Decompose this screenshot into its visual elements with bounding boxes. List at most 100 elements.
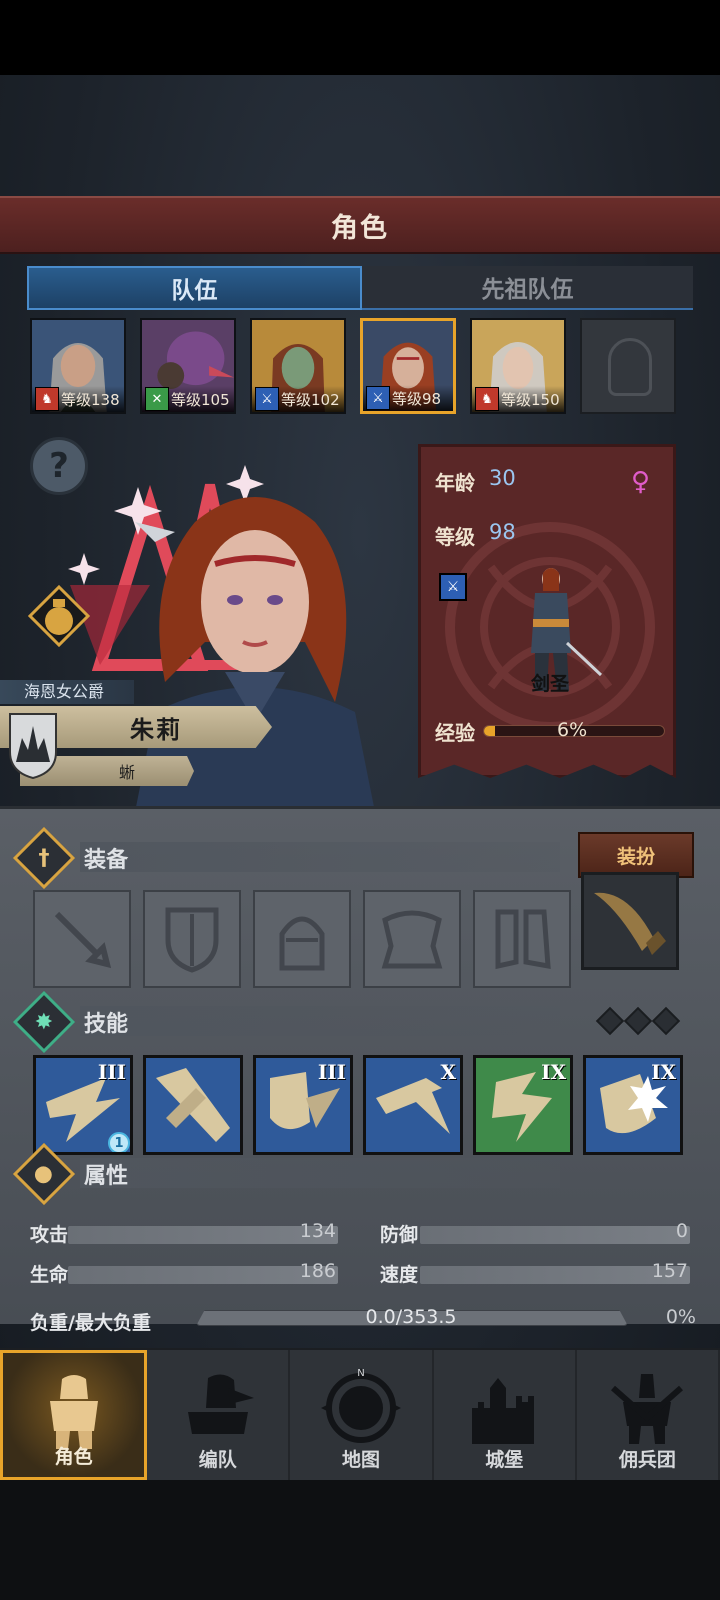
attributes-section-header: ● 属性 xyxy=(12,1142,129,1206)
skill-3[interactable]: III xyxy=(253,1055,353,1155)
status-bar-area xyxy=(0,0,720,75)
mercenary-icon xyxy=(611,1374,684,1444)
member-level-bar: ♞ 等级138 xyxy=(32,386,124,412)
character-info-banner: 年龄 30 ♀ 等级 98 ⚔ 剑圣 经验 6% xyxy=(418,444,676,778)
nav-map[interactable]: N 地图 xyxy=(290,1350,434,1480)
bottom-navigation: 角色 编队 N 地图 城堡 佣兵团 xyxy=(0,1348,720,1480)
hero-house: 蜥 xyxy=(118,763,135,782)
equip-slot-boots[interactable] xyxy=(473,890,571,988)
nav-character-label: 角色 xyxy=(54,1446,93,1468)
nav-castle-label: 城堡 xyxy=(485,1449,524,1471)
house-shield-icon[interactable] xyxy=(8,712,58,780)
load-percent: 0% xyxy=(665,1306,696,1328)
equipment-section-header: † 装备 xyxy=(12,826,129,890)
attack-value: 134 xyxy=(299,1220,336,1242)
defense-value: 0 xyxy=(675,1220,688,1242)
sword-icon xyxy=(54,911,112,969)
level-label: 等级 xyxy=(435,525,475,549)
compass-map-icon: N xyxy=(321,1368,401,1443)
horn-icon xyxy=(594,892,666,955)
skill-rank: III xyxy=(97,1060,126,1084)
helmet-icon xyxy=(608,338,652,396)
member-level-bar: ♞ 等级150 xyxy=(472,386,564,412)
exp-percent: 6% xyxy=(557,719,588,741)
nav-formation[interactable]: 编队 xyxy=(147,1350,291,1480)
team-member-empty-slot[interactable] xyxy=(580,318,676,414)
member-level: 等级150 xyxy=(501,390,560,409)
knight-icon xyxy=(49,1375,98,1449)
app-root: 角色 队伍 先祖队伍 ♞ 等级138 ✕ 等级105 ⚔ 等级102 ⚔ 等级9… xyxy=(0,0,720,1600)
attack-label: 攻击 xyxy=(30,1224,69,1246)
age-value: 30 xyxy=(489,466,516,490)
svg-text:N: N xyxy=(357,1368,364,1379)
member-level-bar: ✕ 等级105 xyxy=(142,386,234,412)
skill-level-badge: 1 xyxy=(108,1132,130,1152)
team-member-5[interactable]: ♞ 等级150 xyxy=(470,318,566,414)
skill-6[interactable]: IX xyxy=(583,1055,683,1155)
equip-slot-helmet[interactable] xyxy=(253,890,351,988)
header-bar: 角色 xyxy=(0,196,720,254)
page-title: 角色 xyxy=(331,212,389,244)
speed-label: 速度 xyxy=(380,1264,419,1286)
nav-character[interactable]: 角色 xyxy=(0,1350,148,1480)
exp-progress-fill xyxy=(484,726,495,736)
hero-name: 朱莉 xyxy=(130,715,182,744)
dual-strike-skill-icon xyxy=(156,1068,230,1142)
equipment-title: 装备 xyxy=(84,848,129,873)
tab-team[interactable]: 队伍 xyxy=(27,266,362,310)
diamond-icon xyxy=(651,1006,681,1036)
boots-icon xyxy=(495,909,551,970)
team-member-4-selected[interactable]: ⚔ 等级98 xyxy=(360,318,456,414)
nav-mercenary[interactable]: 佣兵团 xyxy=(577,1350,720,1480)
hp-value: 186 xyxy=(299,1260,336,1282)
skill-rank: III xyxy=(317,1060,346,1084)
team-roster: ♞ 等级138 ✕ 等级105 ⚔ 等级102 ⚔ 等级98 ♞ 等级150 xyxy=(28,318,698,420)
crossbow-icon: ✕ xyxy=(145,387,169,411)
age-label: 年龄 xyxy=(435,471,475,495)
nav-formation-label: 编队 xyxy=(198,1449,237,1471)
shield-icon xyxy=(165,907,219,973)
skill-5[interactable]: IX xyxy=(473,1055,573,1155)
horse-icon: ♞ xyxy=(35,387,59,411)
load-value: 0.0/353.5 xyxy=(365,1306,457,1328)
diamond-icon xyxy=(623,1006,653,1036)
nav-castle[interactable]: 城堡 xyxy=(434,1350,577,1480)
hero-title: 海恩女公爵 xyxy=(0,680,135,704)
member-level: 等级138 xyxy=(61,390,120,409)
sword-icon: ⚔ xyxy=(255,387,279,411)
potion-icon[interactable] xyxy=(28,585,90,647)
level-value: 98 xyxy=(489,520,516,544)
member-level: 等级98 xyxy=(392,389,442,408)
member-level: 等级102 xyxy=(281,390,340,409)
castle-icon xyxy=(472,1378,535,1444)
exp-label: 经验 xyxy=(435,721,475,745)
team-member-2[interactable]: ✕ 等级105 xyxy=(140,318,236,414)
horse-icon: ♞ xyxy=(475,387,499,411)
speed-value: 157 xyxy=(651,1260,688,1282)
member-level-bar: ⚔ 等级102 xyxy=(252,386,344,412)
sword-class-icon: ⚔ xyxy=(439,573,467,601)
member-level-bar: ⚔ 等级98 xyxy=(363,385,453,411)
class-name: 剑圣 xyxy=(531,673,570,695)
skill-rank: IX xyxy=(651,1060,676,1084)
skill-points-indicator xyxy=(595,1006,681,1036)
knight-formation-icon xyxy=(187,1374,254,1434)
skill-1[interactable]: III 1 xyxy=(33,1055,133,1155)
skill-2[interactable] xyxy=(143,1055,243,1155)
nav-mercenary-label: 佣兵团 xyxy=(618,1449,676,1471)
section-divider xyxy=(80,1158,560,1188)
member-level: 等级105 xyxy=(171,390,230,409)
equip-slot-shield[interactable] xyxy=(143,890,241,988)
skill-4[interactable]: X xyxy=(363,1055,463,1155)
equip-slot-weapon[interactable] xyxy=(33,890,131,988)
equip-slot-accessory[interactable] xyxy=(581,872,679,970)
equip-slot-armor[interactable] xyxy=(363,890,461,988)
tab-ancestor-team[interactable]: 先祖队伍 xyxy=(362,266,693,310)
section-divider xyxy=(80,842,560,872)
diamond-icon xyxy=(595,1006,625,1036)
attributes-title: 属性 xyxy=(84,1164,129,1189)
female-gender-icon: ♀ xyxy=(631,467,651,497)
team-member-1[interactable]: ♞ 等级138 xyxy=(30,318,126,414)
team-member-3[interactable]: ⚔ 等级102 xyxy=(250,318,346,414)
skills-section-header: ✸ 技能 xyxy=(12,990,128,1054)
